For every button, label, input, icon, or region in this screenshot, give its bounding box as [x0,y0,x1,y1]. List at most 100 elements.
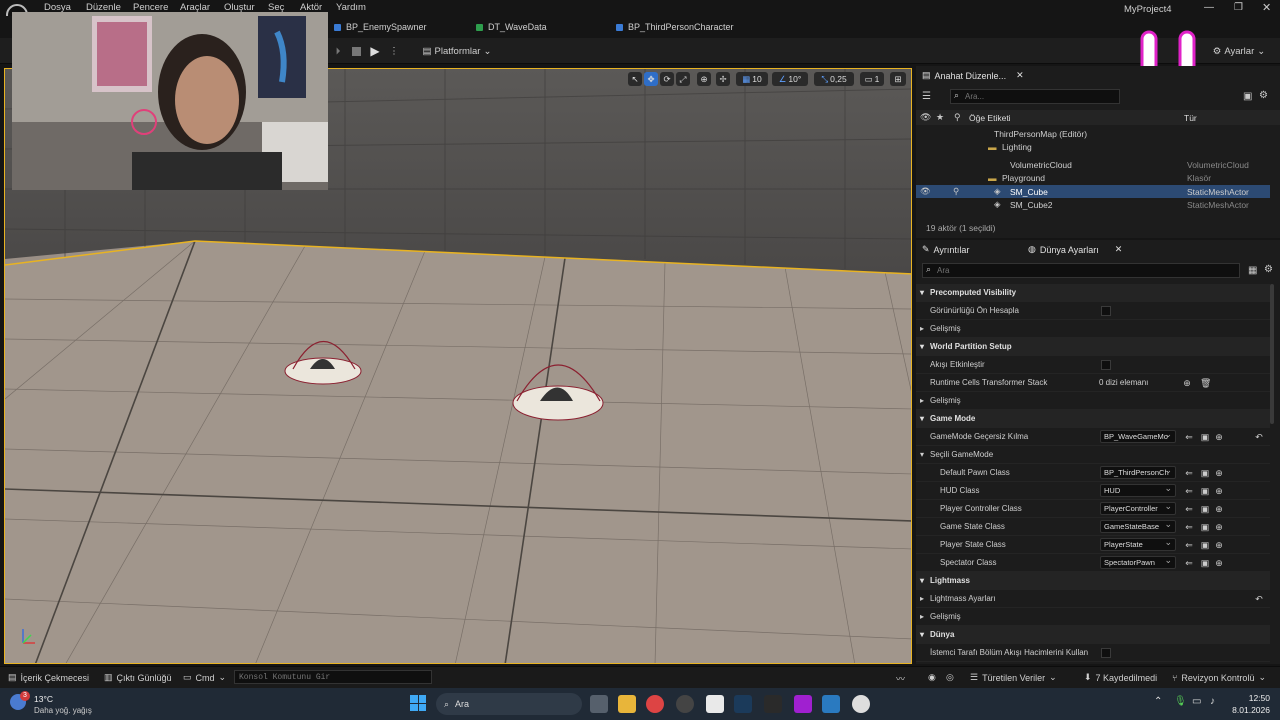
reset-icon[interactable]: ↶ [1254,432,1264,442]
camera-speed-button[interactable]: ▭ 1 [860,72,884,86]
outliner-row[interactable]: ▬ Playground Klasör [916,171,1270,184]
filter-icon[interactable]: ☰ [922,91,931,102]
outliner-row-selected[interactable]: 👁 ⚲ ◈ SM_Cube StaticMeshActor [916,185,1270,198]
content-drawer-button[interactable]: ▤ İçerik Çekmecesi [8,672,89,683]
rotation-snap-button[interactable]: ∠ 10° [772,72,808,86]
layout-icon[interactable]: ⊞ [890,72,906,86]
browse-icon[interactable]: ▣ [1200,540,1210,550]
vscode-icon[interactable] [822,695,840,713]
tab-dt-wavedata[interactable]: DT_WaveData [476,20,547,34]
use-selected-icon[interactable]: ⇐ [1184,486,1194,496]
store-icon[interactable] [706,695,724,713]
console-input[interactable] [234,670,432,684]
column-type[interactable]: Tür [1184,113,1197,123]
browse-icon[interactable]: ▣ [1200,468,1210,478]
menu-yardim[interactable]: Yardım [336,2,366,13]
obs-icon[interactable] [676,695,694,713]
advanced-expander[interactable]: ▸ Gelişmiş [916,608,1270,626]
derived-data-button[interactable]: ☰ Türetilen Veriler ⌄ [970,672,1057,683]
tab-world-settings[interactable]: ◍ Dünya Ayarları ✕ [1028,244,1122,255]
tab-bp-thirdpersoncharacter[interactable]: BP_ThirdPersonCharacter [616,20,734,34]
record-icon[interactable]: ◉ [928,672,936,683]
scale-tool-icon[interactable]: ⤢ [676,72,690,86]
output-log-button[interactable]: ▥ Çıktı Günlüğü [104,672,172,683]
add-icon[interactable]: ⊕ [1214,432,1224,442]
lightmass-settings-expander[interactable]: ▸ Lightmass Ayarları ↶ [916,590,1270,608]
outliner-search-input[interactable] [950,89,1120,104]
details-scrollbar[interactable] [1270,284,1274,424]
outliner-settings-icon[interactable]: ⚙ [1259,90,1268,101]
browse-icon[interactable]: ▣ [1200,558,1210,568]
cmd-button[interactable]: ▭ Cmd ⌄ [183,672,226,683]
browse-icon[interactable]: ▣ [1200,504,1210,514]
selected-gamemode-expander[interactable]: ▾ Seçili GameMode [916,446,1270,464]
add-icon[interactable]: ⊕ [1214,540,1224,550]
tab-details[interactable]: ✎ Ayrıntılar [922,244,969,255]
use-selected-icon[interactable]: ⇐ [1184,504,1194,514]
category-precomputed-visibility[interactable]: ▾ Precomputed Visibility [916,284,1270,302]
windows-start-icon[interactable] [410,695,426,711]
volume-icon[interactable]: ♪ [1210,696,1215,707]
category-game-mode[interactable]: ▾ Game Mode [916,410,1270,428]
tray-expand-icon[interactable]: ⌃ [1154,696,1162,707]
platforms-button[interactable]: ▤ Platformlar ⌄ [422,43,492,59]
chrome-icon[interactable] [646,695,664,713]
microphone-icon[interactable]: 🎙 [1174,696,1187,707]
trash-icon[interactable]: 🗑 [1200,378,1211,388]
steam-icon[interactable] [734,695,752,713]
task-view-icon[interactable] [590,695,608,713]
world-space-icon[interactable]: ⊕ [697,72,711,86]
advanced-expander[interactable]: ▸ Gelişmiş [916,320,1270,338]
add-folder-icon[interactable]: ▣ [1243,91,1252,102]
close-icon[interactable]: ✕ [1016,70,1024,81]
play-icon[interactable]: ▶ [368,43,382,59]
taskbar-search[interactable]: ⌕ Ara [436,693,582,715]
player-state-select[interactable]: PlayerState [1100,538,1176,551]
outliner-row[interactable]: VolumetricCloud VolumetricCloud [916,158,1270,171]
checkbox[interactable] [1101,305,1111,316]
add-icon[interactable]: ⊕ [1214,558,1224,568]
step-icon[interactable]: ⏵ [332,43,344,59]
default-pawn-select[interactable]: BP_ThirdPersonCh [1100,466,1176,479]
category-world[interactable]: ▾ Dünya [916,626,1270,644]
advanced-expander[interactable]: ▸ Gelişmiş [916,392,1270,410]
hud-class-select[interactable]: HUD [1100,484,1176,497]
maximize-icon[interactable]: ❐ [1234,2,1243,13]
move-tool-icon[interactable]: ✥ [644,72,658,86]
grid-snap-button[interactable]: ▦ 10 [736,72,768,86]
more-options-icon[interactable]: ⋮ [389,43,399,59]
stop-record-icon[interactable]: ◎ [946,672,954,683]
stop-icon[interactable] [350,43,362,59]
gamemode-override-select[interactable]: BP_WaveGameMo [1100,430,1176,443]
use-selected-icon[interactable]: ⇐ [1184,540,1194,550]
revision-control-button[interactable]: ⑂ Revizyon Kontrolü ⌄ [1172,672,1266,683]
network-icon[interactable]: ▭ [1192,696,1201,707]
game-state-select[interactable]: GameStateBase [1100,520,1176,533]
use-selected-icon[interactable]: ⇐ [1184,522,1194,532]
column-item-label[interactable]: Öğe Etiketi [969,113,1011,123]
select-mode-icon[interactable]: ↖ [628,72,642,86]
rotate-tool-icon[interactable]: ⟳ [660,72,674,86]
outliner-row[interactable]: ThirdPersonMap (Editör) [916,127,1270,140]
file-explorer-icon[interactable] [618,695,636,713]
clock-date[interactable]: 8.01.2026 [1226,705,1270,715]
surface-snap-icon[interactable]: ✢ [716,72,730,86]
add-icon[interactable]: ⊕ [1214,486,1224,496]
add-icon[interactable]: ⊕ [1214,522,1224,532]
use-selected-icon[interactable]: ⇐ [1184,558,1194,568]
unsaved-button[interactable]: ⬇ 7 Kaydedilmedi [1084,672,1157,683]
player-controller-select[interactable]: PlayerController [1100,502,1176,515]
unreal-engine-icon[interactable] [852,695,870,713]
trace-icon[interactable]: 〰 [896,672,905,685]
browse-icon[interactable]: ▣ [1200,432,1210,442]
category-lightmass[interactable]: ▾ Lightmass [916,572,1270,590]
add-icon[interactable]: ⊕ [1214,504,1224,514]
clock-time[interactable]: 12:50 [1244,693,1270,703]
checkbox[interactable] [1101,647,1111,658]
checkbox[interactable] [1101,359,1111,370]
epic-games-icon[interactable] [764,695,782,713]
tab-outliner[interactable]: ▤ Anahat Düzenle... ✕ [922,70,1024,81]
twitch-icon[interactable] [794,695,812,713]
close-icon[interactable]: ✕ [1115,244,1123,255]
add-element-icon[interactable]: ⊕ [1182,378,1192,388]
